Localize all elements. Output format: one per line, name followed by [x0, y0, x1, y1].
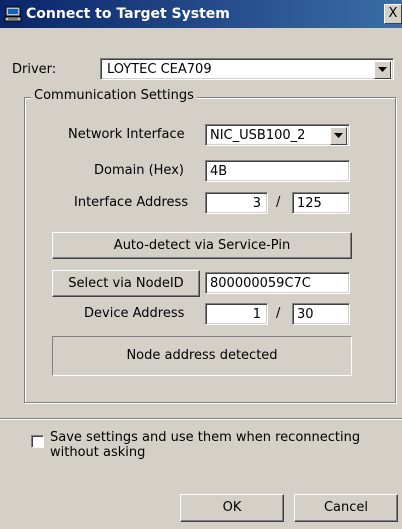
network-interface-select[interactable]: NIC_USB100_2 [205, 124, 350, 146]
window-title: Connect to Target System [26, 6, 230, 22]
chevron-down-icon [334, 133, 343, 138]
device-subnet-input[interactable]: 1 [205, 303, 268, 325]
title-bar[interactable]: Connect to Target System X [0, 0, 402, 28]
domain-value: 4B [210, 164, 228, 179]
close-button[interactable]: X [384, 4, 402, 24]
group-legend: Communication Settings [31, 88, 197, 103]
cancel-button[interactable]: Cancel [294, 494, 398, 522]
network-interface-dropdown-button[interactable] [330, 127, 347, 145]
save-settings-label[interactable]: Save settings and use them when reconnec… [50, 430, 370, 460]
status-text: Node address detected [126, 348, 278, 363]
driver-dropdown-button[interactable] [374, 61, 391, 79]
close-icon: X [388, 6, 398, 21]
connect-dialog: Connect to Target System X Driver: LOYTE… [0, 0, 402, 529]
interface-node-input[interactable]: 125 [292, 192, 350, 214]
device-address-label: Device Address [84, 306, 185, 321]
divider [0, 418, 402, 420]
auto-detect-button[interactable]: Auto-detect via Service-Pin [52, 232, 352, 259]
device-subnet-value: 1 [252, 307, 261, 322]
select-via-nodeid-button[interactable]: Select via NodeID [52, 270, 200, 297]
node-id-input[interactable]: 800000059C7C [205, 272, 350, 294]
driver-select[interactable]: LOYTEC CEA709 [100, 58, 394, 80]
interface-subnet-value: 3 [252, 196, 261, 211]
interface-address-label: Interface Address [74, 195, 189, 210]
driver-label: Driver: [12, 62, 57, 77]
device-node-value: 30 [297, 307, 314, 322]
device-address-separator: / [276, 306, 281, 321]
domain-label: Domain (Hex) [94, 163, 184, 178]
ok-button[interactable]: OK [180, 494, 284, 522]
interface-node-value: 125 [297, 196, 322, 211]
domain-input[interactable]: 4B [205, 160, 350, 182]
save-settings-checkbox[interactable] [31, 435, 44, 448]
interface-address-separator: / [276, 195, 281, 210]
interface-subnet-input[interactable]: 3 [205, 192, 268, 214]
network-interface-label: Network Interface [68, 127, 185, 142]
node-id-value: 800000059C7C [210, 276, 311, 291]
driver-value: LOYTEC CEA709 [107, 62, 212, 77]
network-interface-value: NIC_USB100_2 [210, 128, 306, 143]
status-panel: Node address detected [52, 336, 352, 376]
device-node-input[interactable]: 30 [292, 303, 350, 325]
computer-icon [4, 5, 22, 23]
chevron-down-icon [378, 67, 387, 72]
